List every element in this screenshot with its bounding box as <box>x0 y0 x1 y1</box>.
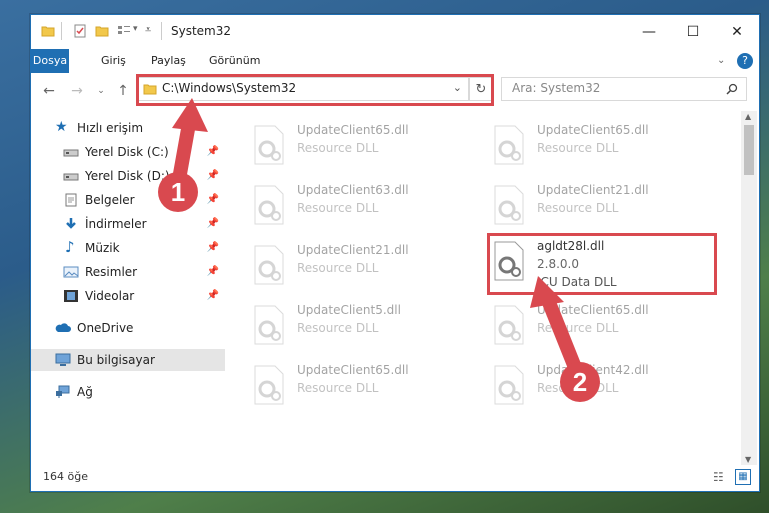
step-marker-2: 2 <box>560 362 600 402</box>
annotation-arrows <box>171 98 585 382</box>
step-marker-1: 1 <box>158 172 198 212</box>
arrow-2-head <box>530 276 564 308</box>
arrow-1-head <box>172 98 208 132</box>
